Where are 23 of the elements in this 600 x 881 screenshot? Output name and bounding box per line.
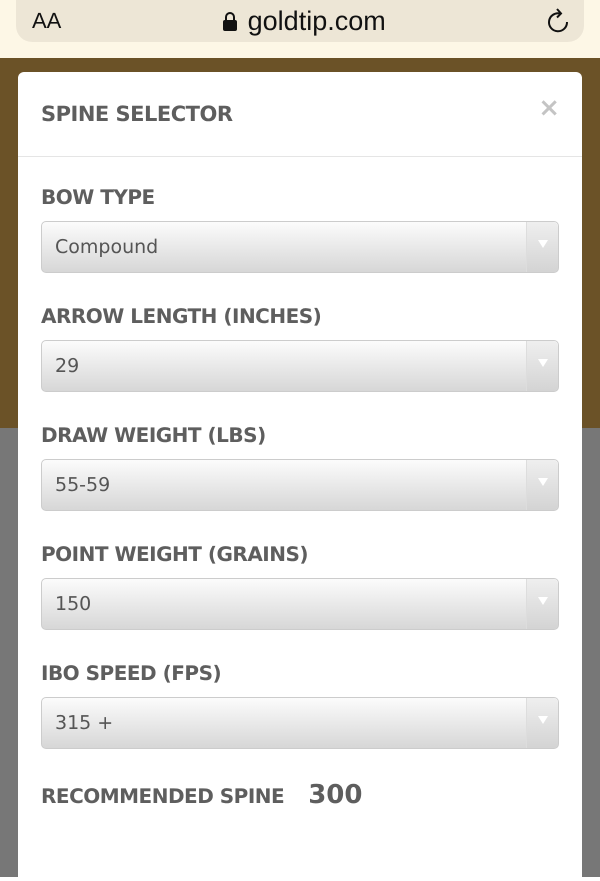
- url-text: goldtip.com: [248, 6, 386, 36]
- reload-icon[interactable]: [546, 8, 570, 34]
- field-label: ARROW LENGTH (INCHES): [41, 304, 322, 328]
- field-label: BOW TYPE: [41, 185, 155, 209]
- dropdown-field[interactable]: 315 +: [41, 697, 559, 749]
- dropdown-field[interactable]: 55-59: [41, 459, 559, 511]
- result-label: RECOMMENDED SPINE: [41, 784, 284, 808]
- dropdown-arrow-icon: [538, 359, 548, 367]
- dropdown-arrow-icon: [538, 716, 548, 724]
- field-label: POINT WEIGHT (GRAINS): [41, 542, 308, 566]
- result-value: 300: [308, 780, 362, 810]
- dialog-title: SPINE SELECTOR: [41, 102, 233, 126]
- field-label: DRAW WEIGHT (LBS): [41, 423, 266, 447]
- field-label: IBO SPEED (FPS): [41, 661, 222, 685]
- dropdown-arrow-icon: [538, 597, 548, 605]
- dropdown-field[interactable]: 150: [41, 578, 559, 630]
- dropdown-field[interactable]: 29: [41, 340, 559, 392]
- dropdown-arrow-icon: [538, 240, 548, 248]
- dropdown-arrow-icon: [538, 478, 548, 486]
- dropdown-field[interactable]: Compound: [41, 221, 559, 273]
- address-bar[interactable]: AA goldtip.com: [16, 0, 584, 42]
- text-size-button[interactable]: AA: [32, 8, 62, 34]
- lock-icon: [222, 11, 238, 31]
